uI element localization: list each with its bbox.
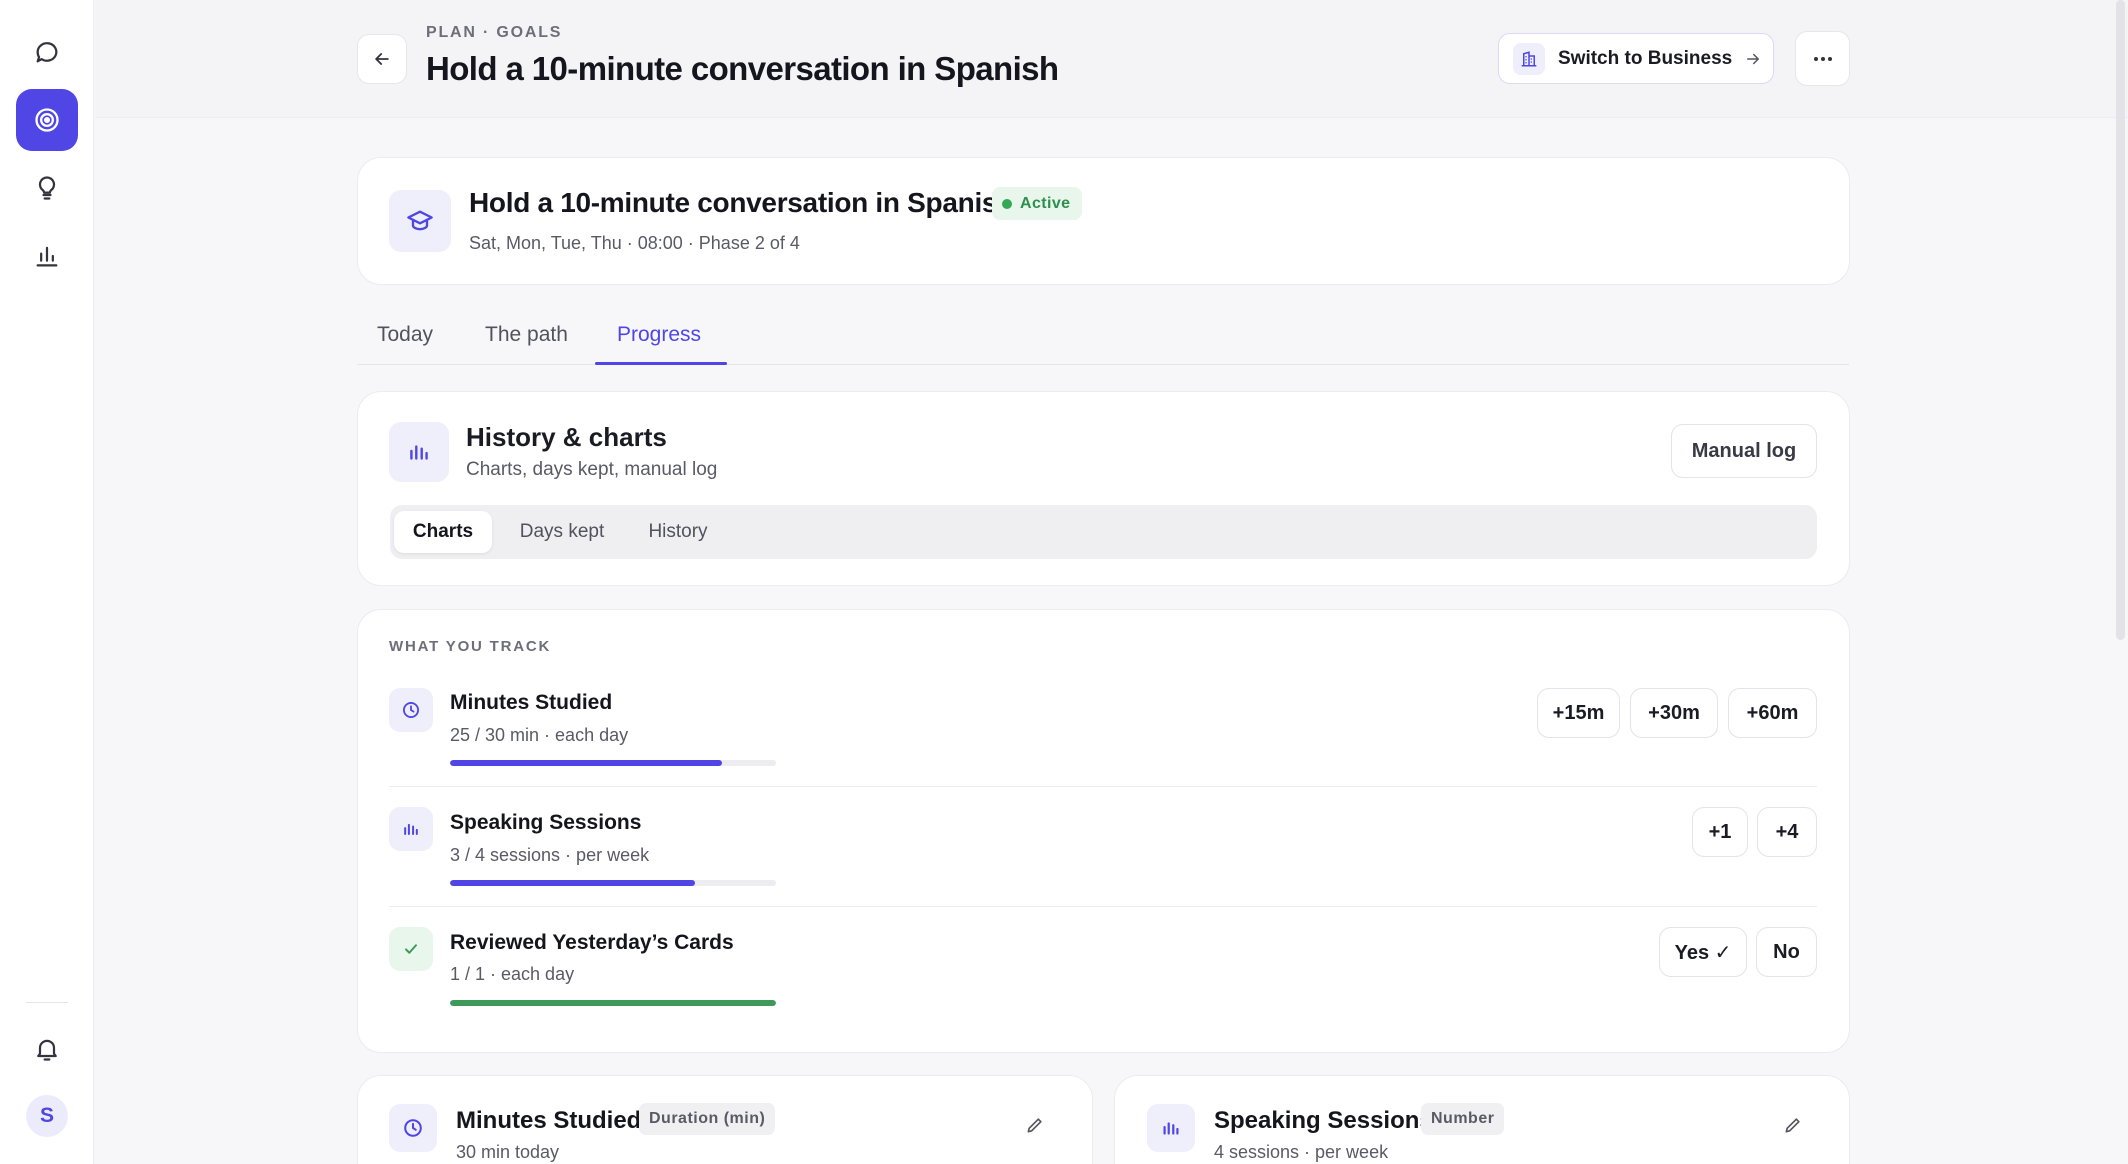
metric-type-badge: Number: [1421, 1103, 1505, 1135]
lightbulb-icon: [38, 176, 56, 200]
arrow-right-icon: [1744, 50, 1762, 68]
metric-detail: 25 / 30 min · each day: [450, 725, 629, 745]
pencil-icon: [1027, 1118, 1042, 1133]
metric-type-badge: Duration (min): [639, 1103, 776, 1135]
avatar[interactable]: S: [26, 1095, 68, 1137]
segment-history[interactable]: History: [630, 511, 726, 553]
switch-to-business-button[interactable]: Switch to Business: [1498, 33, 1774, 84]
history-title: History & charts: [466, 422, 667, 452]
manual-log-button[interactable]: Manual log: [1671, 424, 1817, 478]
bar-chart-icon: [36, 246, 58, 267]
metric-card-summary: 30 min today: [456, 1142, 560, 1162]
add-60m-button[interactable]: +60m: [1728, 688, 1817, 738]
sidebar-item-stats[interactable]: [16, 225, 78, 287]
metric-detail: 3 / 4 sessions · per week: [450, 845, 650, 865]
row-divider: [389, 906, 1817, 907]
progress-bar: [450, 1000, 776, 1006]
target-icon: [35, 108, 59, 132]
metric-name: Reviewed Yesterday’s Cards: [450, 931, 734, 954]
active-tab-indicator: [595, 362, 727, 365]
switch-label: Switch to Business: [1558, 47, 1733, 69]
add-4-button[interactable]: +4: [1757, 807, 1817, 857]
sidebar-item-goals[interactable]: [16, 89, 78, 151]
sidebar: S: [0, 0, 94, 1164]
sidebar-divider: [26, 1002, 68, 1003]
goal-title: Hold a 10-minute conversation in Spanish: [469, 187, 1014, 218]
bar-chart-icon: [389, 807, 433, 851]
edit-button[interactable]: [1018, 1108, 1052, 1142]
status-badge: Active: [992, 187, 1083, 220]
metric-card-summary: 4 sessions · per week: [1214, 1142, 1389, 1162]
progress-fill: [450, 880, 695, 886]
chat-bubble-icon: [36, 42, 58, 63]
back-button[interactable]: [357, 34, 407, 84]
row-divider: [389, 786, 1817, 787]
clock-icon: [389, 1104, 437, 1152]
building-icon: [1513, 42, 1545, 75]
segment-charts[interactable]: Charts: [394, 511, 492, 553]
tab-the-path[interactable]: The path: [485, 323, 568, 347]
metric-name: Minutes Studied: [450, 691, 613, 714]
sidebar-item-chat[interactable]: [16, 21, 78, 83]
bar-chart-icon: [389, 422, 449, 482]
pencil-icon: [1785, 1118, 1800, 1133]
breadcrumb: PLAN · GOALS: [426, 24, 563, 41]
progress-bar: [450, 760, 776, 766]
tab-today[interactable]: Today: [377, 323, 433, 347]
status-dot: [1002, 198, 1012, 209]
no-button[interactable]: No: [1756, 927, 1817, 977]
sidebar-item-ideas[interactable]: [16, 157, 78, 219]
status-label: Active: [1020, 194, 1071, 212]
tabs-divider: [357, 364, 1849, 365]
history-segmented-control: Charts Days kept History: [390, 505, 1817, 559]
more-horizontal-icon: [1813, 56, 1832, 61]
clock-icon: [389, 688, 433, 732]
history-subtitle: Charts, days kept, manual log: [466, 459, 718, 480]
metric-name: Speaking Sessions: [450, 811, 642, 834]
add-15m-button[interactable]: +15m: [1537, 688, 1620, 738]
edit-button[interactable]: [1776, 1108, 1810, 1142]
goal-schedule: Sat, Mon, Tue, Thu · 08:00 · Phase 2 of …: [469, 233, 800, 253]
add-30m-button[interactable]: +30m: [1630, 688, 1718, 738]
progress-fill: [450, 760, 722, 766]
arrow-left-icon: [375, 53, 389, 65]
yes-button[interactable]: Yes ✓: [1659, 927, 1747, 977]
bar-chart-icon: [1147, 1104, 1195, 1152]
page-title: Hold a 10-minute conversation in Spanish: [426, 50, 1059, 87]
check-icon: [389, 927, 433, 971]
metric-card-title: Speaking Sessions: [1214, 1107, 1433, 1134]
metric-card-title: Minutes Studied: [456, 1107, 642, 1134]
graduation-cap-icon: [389, 190, 451, 252]
scrollbar[interactable]: [2116, 0, 2125, 640]
add-1-button[interactable]: +1: [1692, 807, 1748, 857]
notifications-button[interactable]: [16, 1018, 78, 1080]
section-label: WHAT YOU TRACK: [389, 638, 552, 655]
more-options-button[interactable]: [1795, 31, 1850, 86]
segment-days-kept[interactable]: Days kept: [502, 511, 622, 553]
bell-icon: [37, 1039, 57, 1061]
progress-fill: [450, 1000, 776, 1006]
tab-progress[interactable]: Progress: [617, 323, 701, 347]
metric-detail: 1 / 1 · each day: [450, 964, 575, 984]
progress-bar: [450, 880, 776, 886]
goal-card: [357, 157, 1850, 285]
